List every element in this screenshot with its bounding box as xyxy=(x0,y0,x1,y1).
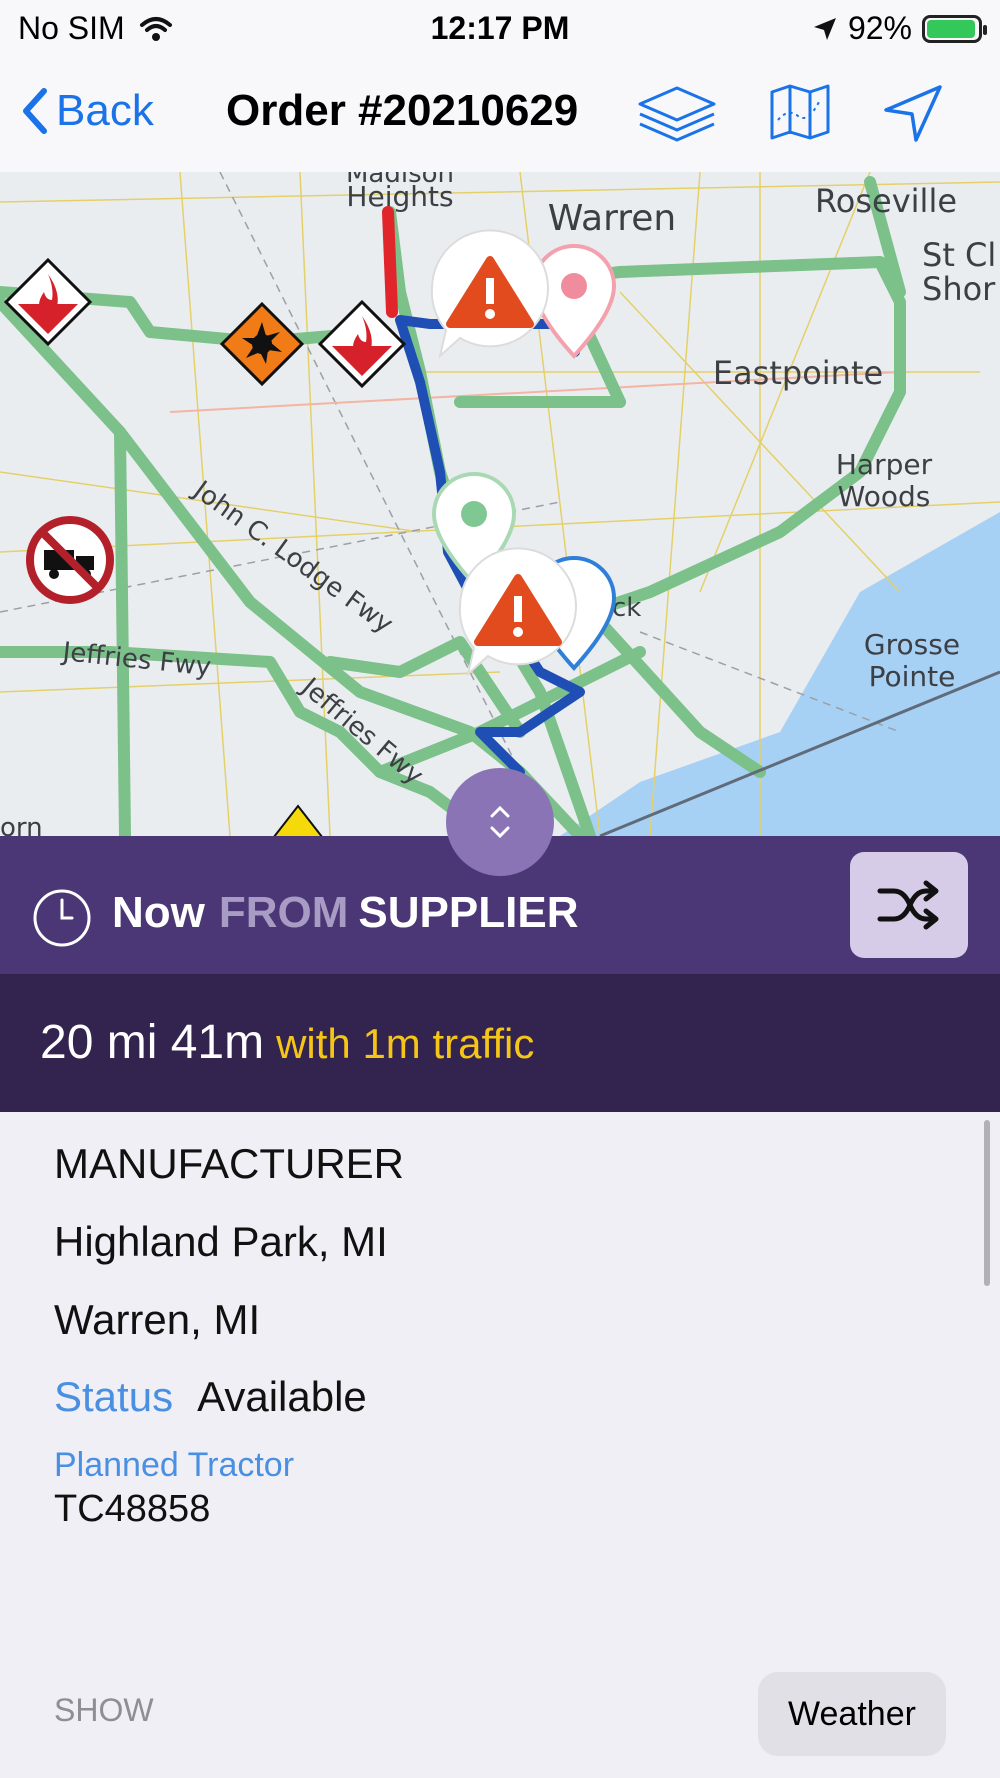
location-type: MANUFACTURER xyxy=(54,1140,405,1187)
status-label: Status xyxy=(54,1373,174,1420)
map-label: St Cl xyxy=(922,236,996,274)
map-label: Pointe xyxy=(869,660,956,693)
origin-city: Highland Park, MI xyxy=(54,1218,388,1265)
distance-time: 20 mi 41m xyxy=(40,1016,265,1069)
weather-button[interactable]: Weather xyxy=(758,1672,946,1756)
page-title: Order #20210629 xyxy=(226,86,579,135)
planned-tractor-value: TC48858 xyxy=(54,1488,211,1530)
map-label: ck xyxy=(612,593,641,623)
destination-city: Warren, MI xyxy=(54,1296,261,1343)
back-button[interactable]: Back xyxy=(20,86,154,136)
now-label: Now xyxy=(112,888,205,937)
status-bar: No SIM 12:17 PM 92% xyxy=(0,0,1000,56)
shuffle-icon xyxy=(877,880,939,930)
map-label: Heights xyxy=(346,180,453,213)
route-summary-text: 20 mi 41m with 1m traffic xyxy=(40,1015,534,1070)
no-trucks-icon xyxy=(26,516,114,604)
clock-icon xyxy=(33,889,91,947)
panel-drag-handle[interactable] xyxy=(446,768,554,876)
planned-tractor-label: Planned Tractor xyxy=(54,1446,295,1484)
battery-percent: 92% xyxy=(847,10,912,46)
status-value: Available xyxy=(197,1373,367,1420)
status-row: Status Available xyxy=(54,1373,367,1421)
chevron-left-icon xyxy=(23,88,47,134)
route-time-origin: Now FROM SUPPLIER xyxy=(112,888,578,938)
map-label: Woods xyxy=(838,480,931,513)
location-arrow-icon xyxy=(813,17,836,40)
show-label: SHOW xyxy=(54,1692,154,1728)
shuffle-button[interactable] xyxy=(850,852,968,958)
map-label: Eastpointe xyxy=(713,354,883,392)
map-label: orn xyxy=(0,813,43,836)
map-label: Shor xyxy=(922,270,996,308)
map-icon[interactable] xyxy=(770,84,830,140)
map-label: Grosse xyxy=(864,628,960,661)
map-view[interactable]: Madison Heights Warren Roseville St Cl S… xyxy=(0,172,1000,836)
chevron-up-down-icon xyxy=(490,805,510,839)
nav-bar: Back Order #20210629 xyxy=(0,56,1000,173)
from-label: FROM xyxy=(218,888,349,937)
navigate-arrow-icon[interactable] xyxy=(882,84,944,144)
map-label: Roseville xyxy=(815,182,957,220)
map-canvas: Madison Heights Warren Roseville St Cl S… xyxy=(0,172,1000,836)
traffic-delay: with 1m traffic xyxy=(276,1020,535,1067)
status-right-group: 92% xyxy=(812,10,987,47)
scrollbar[interactable] xyxy=(984,1120,990,1286)
map-label: Harper xyxy=(836,448,933,481)
back-label: Back xyxy=(56,86,154,135)
origin-label: SUPPLIER xyxy=(358,888,579,937)
map-label: Warren xyxy=(548,198,677,239)
battery-icon xyxy=(922,14,987,43)
heavy-traffic-segment xyxy=(382,206,398,318)
layers-icon[interactable] xyxy=(636,84,718,146)
